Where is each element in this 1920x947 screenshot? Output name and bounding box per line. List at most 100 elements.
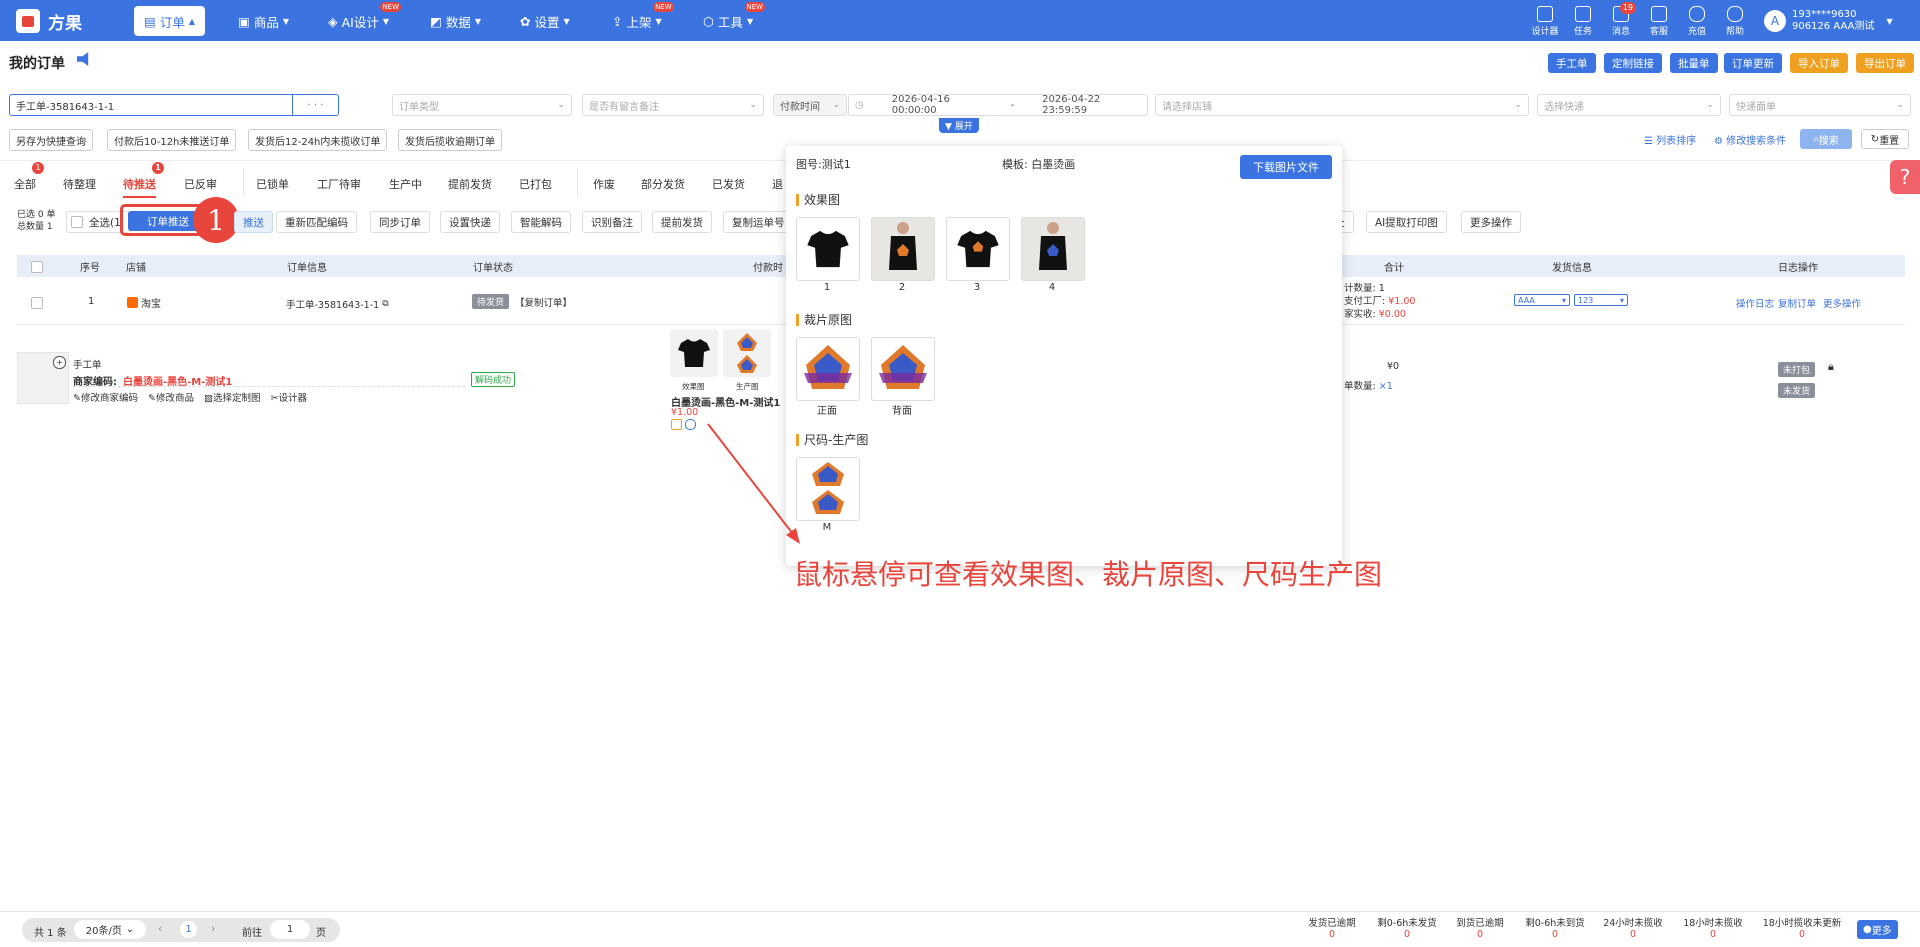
tool-help[interactable]: 帮助 (1718, 6, 1752, 37)
stat-ship-overdue[interactable]: 发货已逾期 0 (1306, 915, 1358, 940)
goto-page-input[interactable]: 1 (270, 920, 310, 939)
stat-uncollected-18h[interactable]: 18小时未揽收 0 (1682, 915, 1744, 940)
date-range-picker[interactable]: ◷ 2026-04-16 00:00:00 - 2026-04-22 23:59… (848, 94, 1148, 116)
set-express-button[interactable]: 设置快递 (440, 211, 500, 233)
tab-packed[interactable]: 已打包 (519, 172, 552, 196)
tool-designer[interactable]: 设计器 (1528, 6, 1562, 37)
tool-support[interactable]: 客服 (1642, 6, 1676, 37)
more-ops-link[interactable]: 更多操作 (1823, 296, 1861, 310)
tool-messages[interactable]: 消息 19 (1604, 2, 1638, 37)
early-ship-button[interactable]: 提前发货 (652, 211, 712, 233)
batch-order-button[interactable]: 批量单 (1670, 53, 1718, 73)
search-button[interactable]: ⌕ 搜索 (1800, 129, 1852, 149)
nav-settings[interactable]: ✿ 设置 ▼ (520, 10, 570, 32)
tab-shipped[interactable]: 已发货 (712, 172, 745, 196)
refresh-icon[interactable] (685, 419, 696, 430)
rematch-code-button[interactable]: 重新匹配编码 (276, 211, 357, 233)
row-checkbox[interactable] (31, 297, 43, 309)
time-type-select[interactable]: 付款时间 ⌄ (773, 94, 847, 116)
cut-image-back[interactable] (871, 337, 935, 401)
nav-ai-design[interactable]: ◈ AI设计 ▼ NEW (328, 2, 402, 32)
push-button[interactable]: 推送 (234, 211, 273, 233)
nav-orders[interactable]: ▤ 订单 ▲ (134, 6, 205, 36)
save-quick-query-button[interactable]: 另存为快捷查询 (9, 129, 93, 151)
effect-image-1[interactable] (796, 217, 860, 281)
tool-tasks[interactable]: 任务 (1566, 6, 1600, 37)
tab-to-push[interactable]: 待推送 1 (123, 162, 164, 198)
quick-filter-overdue[interactable]: 发货后揽收逾期订单 (398, 129, 502, 151)
reset-button[interactable]: ↻ 重置 (1861, 129, 1909, 149)
shop-select[interactable]: 请选择店铺 ⌄ (1155, 94, 1529, 116)
effect-image-3[interactable] (946, 217, 1010, 281)
op-log-link[interactable]: 操作日志 (1736, 296, 1774, 310)
copy-tracking-button[interactable]: 复制运单号 (723, 211, 794, 233)
app-logo[interactable]: 方果 (16, 8, 82, 34)
tab-void[interactable]: 作废 (593, 172, 615, 196)
order-search-input[interactable]: 手工单-3581643-1-1 · · · (9, 94, 339, 116)
edit-search-conditions-button[interactable]: ⚙ 修改搜索条件 (1714, 132, 1786, 147)
order-type-select[interactable]: 订单类型 ⌄ (392, 94, 572, 116)
ship-select-1[interactable]: AAA ▾ (1514, 294, 1570, 306)
custom-link-button[interactable]: 定制链接 (1604, 53, 1662, 73)
tab-early-ship[interactable]: 提前发货 (448, 172, 492, 196)
tool-recharge[interactable]: 充值 (1680, 6, 1714, 37)
more-actions-button[interactable]: 更多操作 (1461, 211, 1521, 233)
tab-reversed[interactable]: 已反审 (184, 172, 217, 196)
effect-image-4[interactable] (1021, 217, 1085, 281)
stat-unarrived-6h[interactable]: 剩0-6h未到货 0 (1524, 915, 1586, 940)
stat-unshipped-6h[interactable]: 剩0-6h未发货 0 (1376, 915, 1438, 940)
manual-order-button[interactable]: 手工单 (1548, 53, 1596, 73)
image-icon[interactable] (671, 419, 682, 430)
select-custom-image-link[interactable]: ▨选择定制图 (204, 390, 261, 404)
cut-image-front[interactable] (796, 337, 860, 401)
ai-extract-print-button[interactable]: AI提取打印图 (1366, 211, 1447, 233)
order-update-button[interactable]: 订单更新 (1724, 53, 1782, 73)
effect-image-2[interactable] (871, 217, 935, 281)
footer-more-button[interactable]: ● 更多 (1857, 920, 1898, 939)
nav-tools[interactable]: ⬡ 工具 ▼ NEW (703, 2, 766, 32)
tab-return[interactable]: 退 (772, 172, 783, 196)
announcement-icon[interactable] (77, 52, 89, 66)
help-float-icon[interactable]: ? (1890, 160, 1920, 194)
prev-page-icon[interactable]: ‹ (158, 922, 162, 935)
tab-locked[interactable]: 已锁单 (256, 172, 289, 196)
ship-select-2[interactable]: 123 ▾ (1574, 294, 1628, 306)
stat-collected-not-updated[interactable]: 18小时揽收未更新 0 (1760, 915, 1844, 940)
download-images-button[interactable]: 下载图片文件 (1240, 155, 1332, 179)
remark-select[interactable]: 是否有留言备注 ⌄ (582, 94, 764, 116)
recognize-remark-button[interactable]: 识别备注 (582, 211, 642, 233)
tab-in-production[interactable]: 生产中 (389, 172, 422, 196)
copy-icon[interactable]: ⧉ (382, 299, 388, 309)
express-sheet-select[interactable]: 快递面单 ⌄ (1729, 94, 1911, 116)
tab-factory-review[interactable]: 工厂待审 (317, 172, 361, 196)
production-thumb[interactable] (723, 329, 771, 377)
stat-arrival-overdue[interactable]: 到货已逾期 0 (1454, 915, 1506, 940)
stat-uncollected-24h[interactable]: 24小时未揽收 0 (1602, 915, 1664, 940)
tab-partial-ship[interactable]: 部分发货 (641, 172, 685, 196)
lock-icon[interactable]: 🔒︎ (1828, 360, 1834, 374)
tab-all[interactable]: 全部 1 (14, 162, 44, 196)
zoom-icon[interactable]: + (53, 356, 66, 369)
nav-products[interactable]: ▣ 商品 ▼ (238, 10, 289, 32)
copy-order-link[interactable]: 复制订单 (1778, 296, 1816, 310)
designer-link[interactable]: ✂设计器 (270, 390, 306, 404)
next-page-icon[interactable]: › (211, 922, 215, 935)
list-sort-button[interactable]: ☰ 列表排序 (1644, 132, 1696, 147)
quick-filter-unpushed[interactable]: 付款后10-12h未推送订单 (107, 129, 237, 151)
more-button[interactable]: · · · (292, 95, 338, 115)
effect-thumb[interactable] (670, 329, 718, 377)
nav-listing[interactable]: ⇪ 上架 ▼ NEW (612, 2, 674, 32)
header-checkbox[interactable] (31, 261, 43, 273)
tab-to-organize[interactable]: 待整理 (63, 172, 96, 196)
nav-data[interactable]: ◩ 数据 ▼ (430, 10, 481, 32)
express-select[interactable]: 选择快递 ⌄ (1537, 94, 1721, 116)
quick-filter-uncollected[interactable]: 发货后12-24h内未揽收订单 (248, 129, 388, 151)
smart-decode-button[interactable]: 智能解码 (511, 211, 571, 233)
page-size-select[interactable]: 20条/页 ⌄ (74, 920, 146, 939)
sync-order-button[interactable]: 同步订单 (370, 211, 430, 233)
user-menu[interactable]: A 193****9630 906126 AAA测试 ▼ (1764, 9, 1893, 33)
import-orders-button[interactable]: 导入订单 (1790, 53, 1848, 73)
edit-product-link[interactable]: ✎修改商品 (148, 390, 194, 404)
expand-toggle[interactable]: ▼ 展开 (939, 118, 979, 133)
edit-merchant-code-link[interactable]: ✎修改商家编码 (73, 390, 138, 404)
